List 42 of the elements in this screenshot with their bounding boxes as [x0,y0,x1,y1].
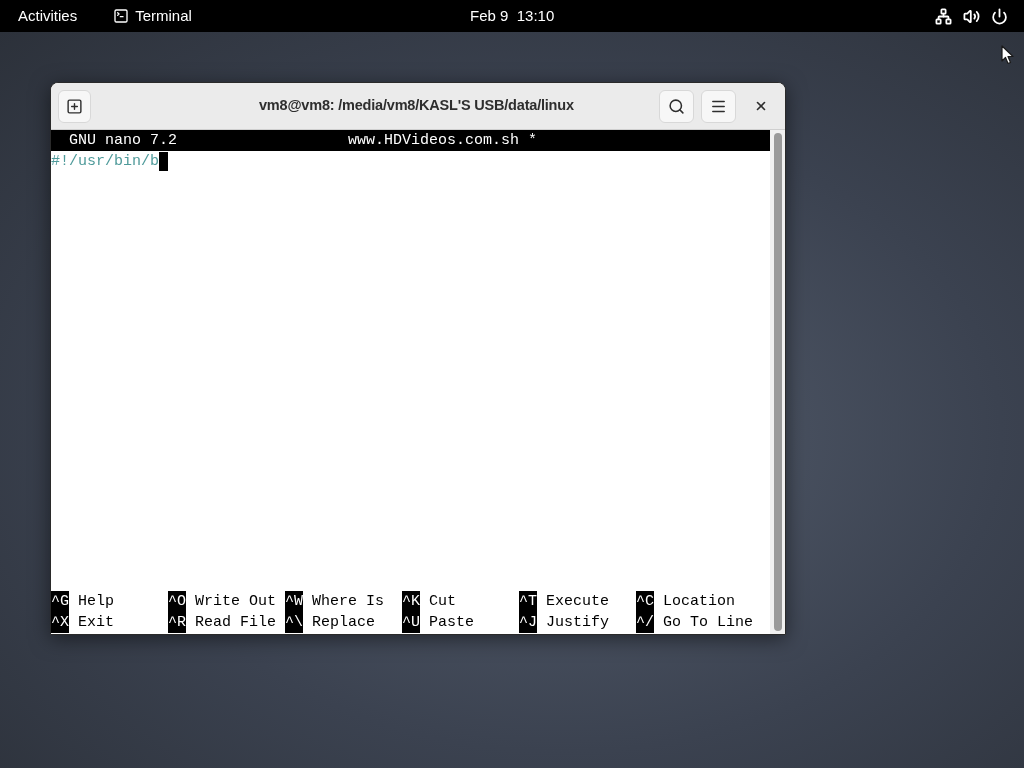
nano-version: GNU nano 7.2 [69,131,178,151]
new-tab-button[interactable] [58,89,91,123]
shortcut-label: Help [78,592,115,612]
new-tab-icon [66,97,83,115]
activities-button[interactable]: Activities [18,4,78,28]
volume-icon[interactable] [963,7,980,25]
power-icon[interactable] [991,7,1008,25]
shortcut-key: ^K [402,591,420,612]
shortcut-label: Location [663,592,736,612]
mouse-pointer-icon [1001,45,1014,65]
shortcut-key: ^X [51,612,69,633]
shortcut-key: ^J [519,612,537,633]
terminal-icon [113,8,130,24]
search-icon [668,97,685,115]
window-title: vm8@vm8: /media/vm8/KASL'S USB/data/linux [259,96,574,116]
clock[interactable]: Feb 9 13:10 [470,4,555,28]
file-name: www.HDVideos.com.sh * [348,131,538,151]
menu-button[interactable] [701,89,736,123]
wired-network-icon[interactable] [935,7,952,25]
shortcut-label: Cut [429,592,457,612]
close-icon [754,99,768,113]
shortcut-key: ^\ [285,612,303,633]
shortcut-label: Read File [195,613,277,633]
shortcut-label: Execute [546,592,610,612]
shortcut-key: ^C [636,591,654,612]
shortcut-key: ^R [168,612,186,633]
code-line: #!/usr/bin/b [51,152,160,172]
shortcut-label: Justify [546,613,610,633]
shortcut-label: Paste [429,613,475,633]
app-menu[interactable]: Terminal [113,4,192,28]
shortcut-key: ^O [168,591,186,612]
shortcut-label: Exit [78,613,115,633]
search-button[interactable] [659,89,694,123]
shortcut-label: Go To Line [663,613,754,633]
shortcut-key: ^U [402,612,420,633]
shortcut-key: ^T [519,591,537,612]
shortcut-key: ^W [285,591,303,612]
shortcut-label: Where Is [312,592,385,612]
shortcut-key: ^G [51,591,69,612]
shortcut-key: ^/ [636,612,654,633]
shortcut-label: Replace [312,613,376,633]
shortcut-label: Write Out [195,592,277,612]
